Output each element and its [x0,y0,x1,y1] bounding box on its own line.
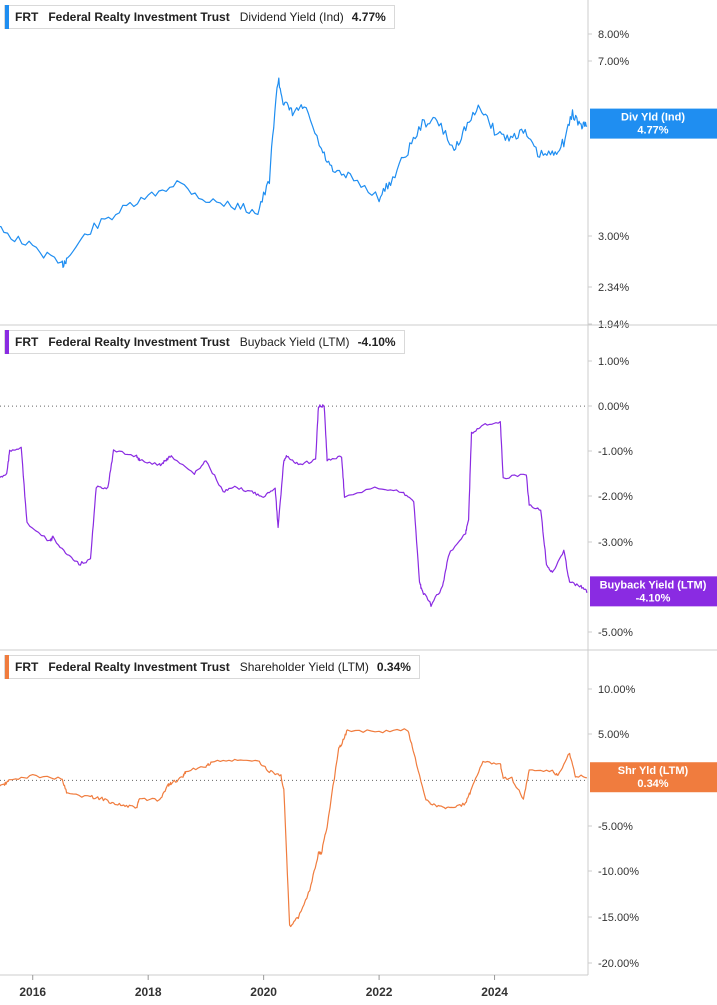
legend-color-bar [5,330,9,354]
legend-box-2[interactable]: FRT Federal Realty Investment Trust Buybac… [4,330,405,354]
series-line-2 [0,404,588,607]
y-tick-label: 10.00% [598,684,636,696]
y-tick-label: -15.00% [598,912,639,924]
value-badge-label: Buyback Yield (LTM) [600,579,707,591]
value-badge-label: Shr Yld (LTM) [618,765,689,777]
legend-value: -4.10% [357,335,396,349]
y-tick-label: 3.00% [598,231,629,243]
y-tick-label: -3.00% [598,537,633,549]
legend-metric: Buyback Yield (LTM) [239,335,350,349]
y-tick-label: -5.00% [598,821,633,833]
legend-ticker: FRT [15,660,39,674]
y-tick-label: 5.00% [598,729,629,741]
legend-value: 4.77% [351,10,386,24]
legend-color-bar [5,655,9,679]
y-tick-label: -10.00% [598,866,639,878]
x-tick-label: 2016 [19,985,46,999]
x-tick-label: 2022 [366,985,393,999]
y-tick-label: -1.00% [598,446,633,458]
y-tick-label: 7.00% [598,56,629,68]
value-badge-value: 4.77% [637,125,668,137]
legend-value: 0.34% [376,660,411,674]
legend-box-3[interactable]: FRT Federal Realty Investment Trust Shareh… [4,655,420,679]
y-tick-label: 1.00% [598,356,629,368]
y-tick-label: 8.00% [598,29,629,41]
value-badge-label: Div Yld (Ind) [621,112,685,124]
x-tick-label: 2024 [481,985,508,999]
y-tick-label: 0.00% [598,401,629,413]
x-tick-label: 2020 [250,985,277,999]
legend-color-bar [5,5,9,29]
legend-ticker: FRT [15,10,39,24]
series-line-1 [0,77,588,268]
legend-company: Federal Realty Investment Trust [48,660,230,674]
legend-metric: Dividend Yield (Ind) [239,10,344,24]
legend-company: Federal Realty Investment Trust [48,10,230,24]
legend-company: Federal Realty Investment Trust [48,335,230,349]
y-tick-label: -2.00% [598,491,633,503]
y-tick-label: -5.00% [598,627,633,639]
y-tick-label: -20.00% [598,958,639,970]
value-badge-value: 0.34% [637,778,668,790]
legend-metric: Shareholder Yield (LTM) [239,660,369,674]
x-tick-label: 2018 [135,985,162,999]
value-badge-value: -4.10% [636,592,671,604]
y-tick-label: 2.34% [598,282,629,294]
legend-ticker: FRT [15,335,39,349]
chart-canvas: 8.00%7.00%3.00%2.34%1.94%Div Yld (Ind)4.… [0,0,717,999]
series-line-3 [0,728,587,928]
legend-box-1[interactable]: FRT Federal Realty Investment Trust Divide… [4,5,395,29]
